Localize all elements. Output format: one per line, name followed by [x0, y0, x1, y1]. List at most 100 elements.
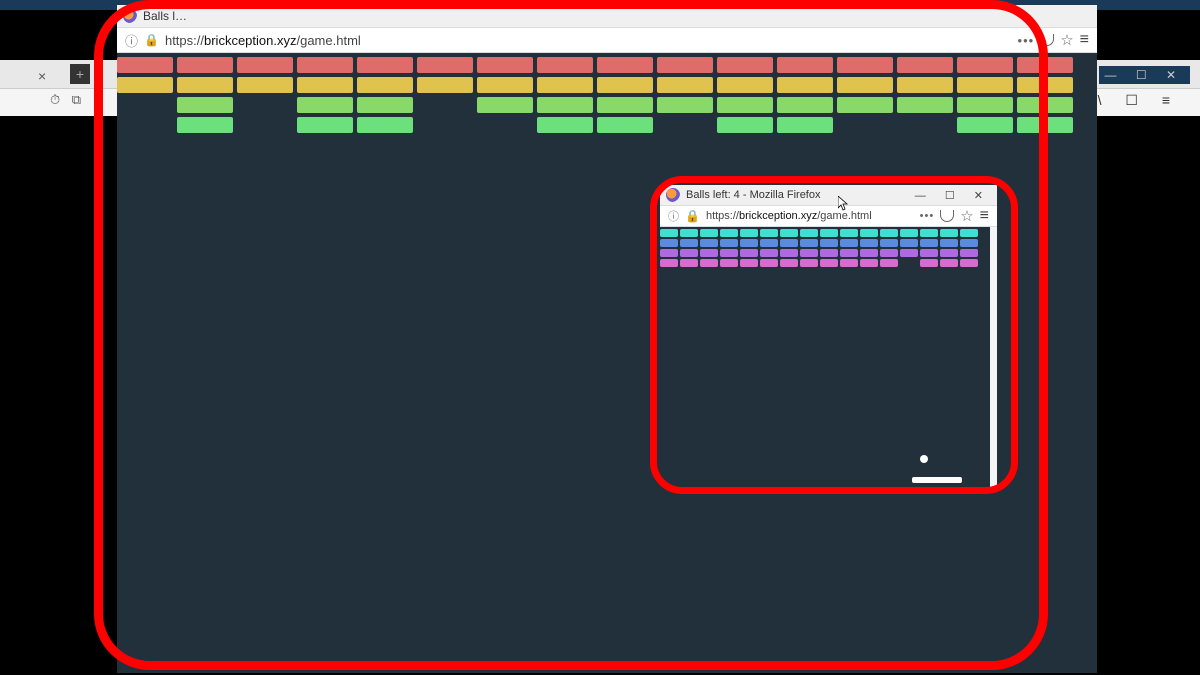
- brick: [720, 259, 738, 267]
- brick: [117, 77, 173, 93]
- pocket-icon[interactable]: [940, 210, 954, 222]
- maximize-icon[interactable]: ☐: [941, 190, 963, 202]
- brick: [1017, 77, 1073, 93]
- page-actions-icon[interactable]: •••: [1018, 33, 1035, 48]
- outer-url[interactable]: https://brickception.xyz/game.html: [165, 33, 1012, 48]
- inner-game-canvas[interactable]: [660, 227, 990, 487]
- brick: [920, 249, 938, 257]
- brick: [597, 57, 653, 73]
- background-new-tab[interactable]: +: [70, 64, 90, 84]
- brick-row: [660, 229, 980, 237]
- bookmark-star-icon[interactable]: ☆: [1060, 31, 1073, 49]
- info-icon[interactable]: ⓘ: [668, 208, 679, 224]
- brick: [237, 57, 293, 73]
- brick: [960, 249, 978, 257]
- inner-browser-window[interactable]: Balls left: 4 - Mozilla Firefox — ☐ ✕ ⓘ …: [660, 185, 997, 487]
- url-path: /game.html: [296, 33, 360, 48]
- brick: [840, 229, 858, 237]
- brick: [700, 249, 718, 257]
- brick: [957, 57, 1013, 73]
- outer-titlebar[interactable]: Balls l…: [117, 5, 1097, 27]
- brick: [477, 77, 533, 93]
- inner-window-controls[interactable]: — ☐ ✕: [911, 189, 991, 202]
- brick: [597, 77, 653, 93]
- brick-row: [117, 57, 1077, 73]
- brick: [780, 229, 798, 237]
- brick: [740, 259, 758, 267]
- brick: [717, 77, 773, 93]
- brick: [740, 229, 758, 237]
- brick: [957, 97, 1013, 113]
- brick: [297, 57, 353, 73]
- brick: [940, 249, 958, 257]
- brick: [780, 239, 798, 247]
- brick: [297, 97, 353, 113]
- brick: [680, 229, 698, 237]
- brick: [777, 97, 833, 113]
- brick: [720, 239, 738, 247]
- brick-row: [117, 77, 1077, 93]
- brick: [660, 239, 678, 247]
- brick: [820, 239, 838, 247]
- brick: [717, 57, 773, 73]
- brick: [680, 239, 698, 247]
- brick: [357, 117, 413, 133]
- brick: [537, 117, 593, 133]
- hamburger-menu-icon[interactable]: ≡: [980, 207, 989, 225]
- brick-row: [660, 259, 980, 267]
- brick: [900, 229, 918, 237]
- firefox-favicon-icon: [123, 9, 137, 23]
- brick: [837, 77, 893, 93]
- url-host: brickception.xyz: [204, 33, 296, 48]
- brick: [840, 239, 858, 247]
- bookmark-star-icon[interactable]: ☆: [960, 207, 973, 225]
- brick: [957, 77, 1013, 93]
- background-tab-close[interactable]: ×: [38, 68, 46, 84]
- inner-titlebar[interactable]: Balls left: 4 - Mozilla Firefox — ☐ ✕: [660, 185, 997, 205]
- brick-row: [660, 249, 980, 257]
- brick: [760, 229, 778, 237]
- brick: [760, 249, 778, 257]
- background-window-controls[interactable]: — ☐ ✕: [1099, 66, 1190, 84]
- background-toolbar-icons[interactable]: ⏱ ⧉: [50, 92, 85, 108]
- inner-paddle[interactable]: [912, 477, 962, 483]
- brick: [897, 77, 953, 93]
- info-icon[interactable]: ⓘ: [125, 31, 138, 50]
- brick: [537, 97, 593, 113]
- page-actions-icon[interactable]: •••: [920, 210, 935, 222]
- brick: [860, 259, 878, 267]
- brick: [940, 229, 958, 237]
- minimize-icon[interactable]: —: [911, 190, 934, 202]
- brick: [177, 57, 233, 73]
- inner-address-bar[interactable]: ⓘ 🔒 https://brickception.xyz/game.html •…: [660, 205, 997, 227]
- brick: [700, 239, 718, 247]
- brick: [680, 259, 698, 267]
- brick: [920, 229, 938, 237]
- close-icon[interactable]: ✕: [970, 190, 991, 202]
- brick: [657, 57, 713, 73]
- brick: [957, 117, 1013, 133]
- brick: [837, 97, 893, 113]
- brick: [660, 249, 678, 257]
- brick: [660, 229, 678, 237]
- brick: [717, 117, 773, 133]
- brick: [800, 229, 818, 237]
- brick: [840, 249, 858, 257]
- inner-url[interactable]: https://brickception.xyz/game.html: [706, 210, 914, 222]
- pocket-icon[interactable]: [1040, 34, 1054, 46]
- brick: [177, 117, 233, 133]
- brick: [880, 239, 898, 247]
- brick: [117, 57, 173, 73]
- inner-ball: [920, 455, 928, 463]
- brick: [760, 259, 778, 267]
- brick: [860, 239, 878, 247]
- hamburger-menu-icon[interactable]: ≡: [1080, 31, 1089, 49]
- brick: [177, 97, 233, 113]
- url-scheme: https://: [706, 210, 739, 222]
- brick: [940, 259, 958, 267]
- outer-address-bar[interactable]: ⓘ 🔒 https://brickception.xyz/game.html •…: [117, 27, 1097, 53]
- brick: [780, 249, 798, 257]
- brick: [357, 57, 413, 73]
- brick: [900, 239, 918, 247]
- brick: [357, 77, 413, 93]
